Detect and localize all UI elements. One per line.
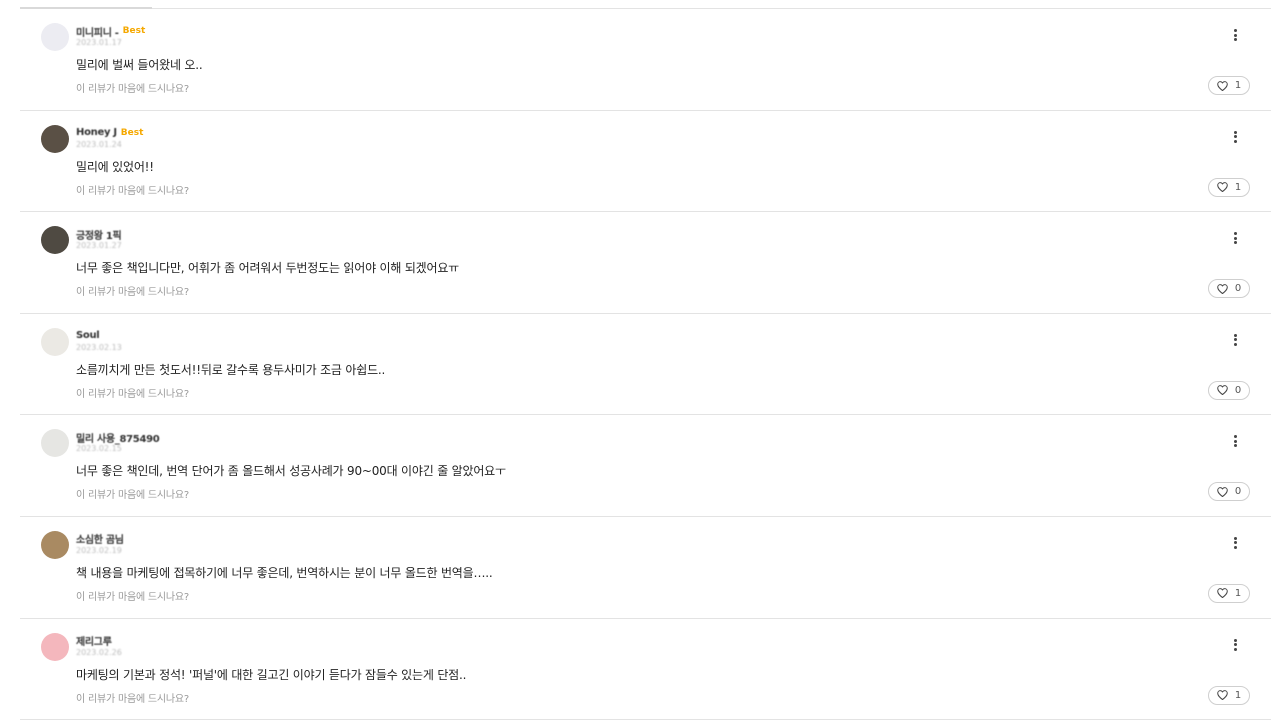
- nickname-row: Honey J Best: [76, 127, 143, 139]
- review-item: Soul 2023.02.13 소름끼치게 만든 첫도서!!뒤로 갈수록 용두사…: [20, 314, 1271, 416]
- review-meta: Soul 2023.02.13: [76, 330, 122, 352]
- nickname-row: 밀리 사용_875490: [76, 430, 163, 445]
- review-text[interactable]: 너무 좋은 책입니다만, 어휘가 좀 어려워서 두번정도는 읽어야 이해 되겠어…: [76, 259, 459, 276]
- heart-icon: [1217, 283, 1228, 294]
- like-count: 0: [1234, 486, 1242, 498]
- avatar[interactable]: [41, 530, 69, 559]
- nickname[interactable]: 미니피니 -: [76, 24, 119, 39]
- review-date: 2023.02.26: [76, 647, 122, 657]
- best-badge: Best: [120, 127, 144, 138]
- nickname[interactable]: 소심한 곰님: [76, 531, 124, 546]
- like-prompt: 이 리뷰가 마음에 드시나요?: [76, 591, 190, 603]
- nickname-row: Soul: [76, 330, 122, 342]
- like-count: 1: [1234, 80, 1242, 91]
- review-meta: 긍정왕 1픽 2023.01.27: [76, 227, 125, 251]
- review-item: 미니피니 - Best 2023.01.17 밀리에 벌써 들어왔네 오.. 이…: [20, 9, 1271, 111]
- avatar[interactable]: [41, 429, 69, 458]
- heart-icon: [1217, 588, 1228, 599]
- review-date: 2023.01.24: [76, 139, 122, 149]
- avatar-image: [41, 429, 69, 458]
- review-text[interactable]: 소름끼치게 만든 첫도서!!뒤로 갈수록 용두사미가 조금 아쉽드..: [76, 361, 385, 378]
- like-count: 1: [1234, 689, 1242, 701]
- nickname[interactable]: 제리그루: [76, 633, 112, 648]
- review-meta: 미니피니 - Best 2023.01.17: [76, 25, 145, 47]
- review-item: 제리그루 2023.02.26 마케팅의 기본과 정석! '퍼널'에 대한 길고…: [20, 619, 1271, 720]
- nickname-row: 제리그루: [76, 633, 122, 648]
- avatar-image: [41, 632, 69, 661]
- review-text[interactable]: 마케팅의 기본과 정석! '퍼널'에 대한 길고긴 이야기 듣다가 잠들수 있는…: [76, 666, 466, 683]
- more-icon[interactable]: [1229, 433, 1241, 449]
- like-prompt: 이 리뷰가 마음에 드시나요?: [76, 693, 190, 705]
- like-count: 0: [1234, 384, 1242, 396]
- like-button[interactable]: 1: [1208, 177, 1250, 197]
- more-icon[interactable]: [1229, 535, 1241, 551]
- review-item: 긍정왕 1픽 2023.01.27 너무 좋은 책입니다만, 어휘가 좀 어려워…: [20, 212, 1271, 314]
- more-icon[interactable]: [1229, 129, 1241, 145]
- avatar-image: [41, 23, 69, 51]
- more-icon[interactable]: [1229, 27, 1241, 43]
- nickname[interactable]: 밀리 사용_875490: [76, 430, 160, 445]
- nickname[interactable]: Soul: [76, 330, 100, 341]
- like-count: 1: [1234, 181, 1242, 193]
- review-item: Honey J Best 2023.01.24 밀리에 있었어!! 이 리뷰가 …: [20, 111, 1271, 213]
- like-prompt: 이 리뷰가 마음에 드시나요?: [76, 388, 190, 400]
- nickname-row: 소심한 곰님: [76, 531, 128, 546]
- review-date: 2023.01.17: [76, 38, 122, 47]
- review-date: 2023.02.19: [76, 545, 122, 555]
- like-button[interactable]: 1: [1208, 76, 1250, 95]
- like-button[interactable]: 1: [1208, 685, 1250, 705]
- avatar[interactable]: [41, 124, 69, 153]
- heart-icon: [1217, 487, 1228, 497]
- review-text[interactable]: 책 내용을 마케팅에 접목하기에 너무 좋은데, 번역하시는 분이 너무 올드한…: [76, 564, 493, 581]
- avatar-image: [41, 226, 69, 255]
- review-text[interactable]: 밀리에 벌써 들어왔네 오..: [76, 56, 203, 73]
- review-list: 미니피니 - Best 2023.01.17 밀리에 벌써 들어왔네 오.. 이…: [20, 9, 1271, 720]
- like-button[interactable]: 0: [1208, 482, 1250, 502]
- heart-icon: [1217, 182, 1228, 193]
- review-text[interactable]: 밀리에 있었어!!: [76, 158, 154, 175]
- review-date: 2023.02.13: [76, 342, 122, 352]
- like-button[interactable]: 0: [1208, 279, 1250, 299]
- like-button[interactable]: 0: [1208, 380, 1250, 400]
- heart-icon: [1217, 385, 1228, 396]
- like-count: 1: [1234, 587, 1242, 599]
- nickname-row: 긍정왕 1픽: [76, 227, 125, 242]
- nickname[interactable]: 긍정왕 1픽: [76, 227, 122, 242]
- like-button[interactable]: 1: [1208, 583, 1250, 603]
- avatar[interactable]: [41, 632, 69, 661]
- avatar-image: [41, 327, 69, 356]
- avatar[interactable]: [41, 327, 69, 356]
- like-prompt: 이 리뷰가 마음에 드시나요?: [76, 84, 190, 95]
- avatar[interactable]: [41, 23, 69, 51]
- avatar-image: [41, 124, 69, 153]
- review-date: 2023.01.27: [76, 241, 122, 251]
- review-meta: 소심한 곰님 2023.02.19: [76, 533, 128, 555]
- best-badge: Best: [122, 26, 146, 36]
- more-icon[interactable]: [1229, 332, 1241, 348]
- review-item: 밀리 사용_875490 2023.02.15 너무 좋은 책인데, 번역 단어…: [20, 415, 1271, 517]
- review-meta: Honey J Best 2023.01.24: [76, 127, 143, 149]
- review-meta: 밀리 사용_875490 2023.02.15: [76, 430, 163, 454]
- review-meta: 제리그루 2023.02.26: [76, 635, 122, 657]
- avatar[interactable]: [41, 226, 69, 255]
- avatar-image: [41, 530, 69, 559]
- heart-icon: [1217, 80, 1228, 91]
- nickname[interactable]: Honey J: [76, 127, 117, 138]
- like-count: 0: [1234, 283, 1242, 295]
- review-item: 소심한 곰님 2023.02.19 책 내용을 마케팅에 접목하기에 너무 좋은…: [20, 517, 1271, 619]
- review-text[interactable]: 너무 좋은 책인데, 번역 단어가 좀 올드해서 성공사례가 90~00대 이야…: [76, 462, 506, 479]
- nickname-row: 미니피니 - Best: [76, 24, 146, 39]
- review-date: 2023.02.15: [76, 444, 122, 454]
- more-icon[interactable]: [1229, 637, 1241, 653]
- more-icon[interactable]: [1229, 230, 1241, 246]
- heart-icon: [1217, 690, 1228, 701]
- like-prompt: 이 리뷰가 마음에 드시나요?: [76, 490, 190, 502]
- like-prompt: 이 리뷰가 마음에 드시나요?: [76, 185, 190, 197]
- like-prompt: 이 리뷰가 마음에 드시나요?: [76, 287, 190, 299]
